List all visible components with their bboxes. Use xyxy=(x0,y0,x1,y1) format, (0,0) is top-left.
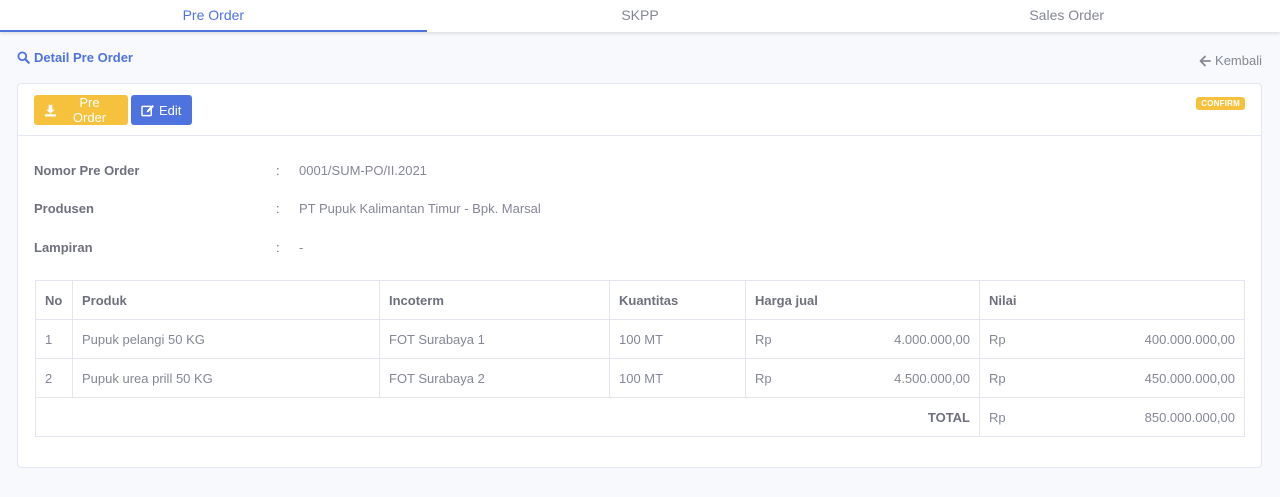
total-currency: Rp xyxy=(989,409,1006,425)
nomor-value: 0001/SUM-PO/II.2021 xyxy=(299,163,427,178)
cell-nilai: Rp 450.000.000,00 xyxy=(979,358,1245,398)
nilai-amount: 400.000.000,00 xyxy=(1144,331,1235,347)
cell-harga-jual: Rp 4.500.000,00 xyxy=(745,358,980,398)
col-header-no: No xyxy=(35,280,73,320)
cell-produk: Pupuk urea prill 50 KG xyxy=(72,358,380,398)
table-total-row: TOTAL Rp 850.000.000,00 xyxy=(35,397,1245,437)
nilai-currency: Rp xyxy=(989,370,1006,386)
page-header: Detail Pre Order Kembali xyxy=(0,32,1280,82)
page-title: Detail Pre Order xyxy=(17,50,133,65)
col-header-kuantitas: Kuantitas xyxy=(609,280,746,320)
download-pre-order-label: Pre Order xyxy=(72,95,107,125)
lampiran-colon: : xyxy=(276,240,280,255)
harga-amount: 4.500.000,00 xyxy=(894,370,970,386)
back-label: Kembali xyxy=(1215,53,1262,68)
tab-bar: Pre Order SKPP Sales Order xyxy=(0,0,1280,32)
cell-incoterm: FOT Surabaya 1 xyxy=(379,319,610,359)
download-icon xyxy=(44,104,57,117)
col-header-produk: Produk xyxy=(72,280,380,320)
produsen-value: PT Pupuk Kalimantan Timur - Bpk. Marsal xyxy=(299,201,541,216)
edit-button[interactable]: Edit xyxy=(131,95,192,125)
produsen-colon: : xyxy=(276,201,280,216)
cell-no: 1 xyxy=(35,319,73,359)
produsen-label: Produsen xyxy=(34,201,94,216)
back-link[interactable]: Kembali xyxy=(1199,53,1262,68)
cell-no: 2 xyxy=(35,358,73,398)
page-title-text: Detail Pre Order xyxy=(34,50,133,65)
total-label: TOTAL xyxy=(35,397,980,437)
lampiran-value: - xyxy=(299,240,304,255)
total-cell: Rp 850.000.000,00 xyxy=(979,397,1245,437)
order-items-table: No Produk Incoterm Kuantitas Harga jual … xyxy=(35,280,1245,437)
arrow-left-icon xyxy=(1199,55,1211,67)
harga-amount: 4.000.000,00 xyxy=(894,331,970,347)
card-header: Pre Order Edit CONFIRM xyxy=(18,84,1261,136)
cell-nilai: Rp 400.000.000,00 xyxy=(979,319,1245,359)
col-header-harga-jual: Harga jual xyxy=(745,280,980,320)
nomor-colon: : xyxy=(276,163,280,178)
lampiran-label: Lampiran xyxy=(34,240,93,255)
table-header-row: No Produk Incoterm Kuantitas Harga jual … xyxy=(35,280,1245,320)
cell-produk: Pupuk pelangi 50 KG xyxy=(72,319,380,359)
nilai-currency: Rp xyxy=(989,331,1006,347)
nilai-amount: 450.000.000,00 xyxy=(1144,370,1235,386)
tab-pre-order[interactable]: Pre Order xyxy=(0,0,427,32)
harga-currency: Rp xyxy=(755,331,772,347)
table-row: 2 Pupuk urea prill 50 KG FOT Surabaya 2 … xyxy=(35,358,1245,398)
col-header-nilai: Nilai xyxy=(979,280,1245,320)
table-row: 1 Pupuk pelangi 50 KG FOT Surabaya 1 100… xyxy=(35,319,1245,359)
col-header-incoterm: Incoterm xyxy=(379,280,610,320)
status-badge: CONFIRM xyxy=(1196,97,1245,110)
search-icon xyxy=(17,51,30,64)
tab-skpp[interactable]: SKPP xyxy=(427,0,854,32)
cell-kuantitas: 100 MT xyxy=(609,358,746,398)
detail-card: Pre Order Edit CONFIRM Nomor Pre Order :… xyxy=(17,83,1262,468)
download-pre-order-button[interactable]: Pre Order xyxy=(34,95,128,125)
cell-kuantitas: 100 MT xyxy=(609,319,746,359)
cell-incoterm: FOT Surabaya 2 xyxy=(379,358,610,398)
harga-currency: Rp xyxy=(755,370,772,386)
tab-sales-order[interactable]: Sales Order xyxy=(853,0,1280,32)
cell-harga-jual: Rp 4.000.000,00 xyxy=(745,319,980,359)
total-amount: 850.000.000,00 xyxy=(1144,409,1235,425)
nomor-label: Nomor Pre Order xyxy=(34,163,140,178)
edit-icon xyxy=(141,104,155,117)
edit-label: Edit xyxy=(159,102,182,118)
